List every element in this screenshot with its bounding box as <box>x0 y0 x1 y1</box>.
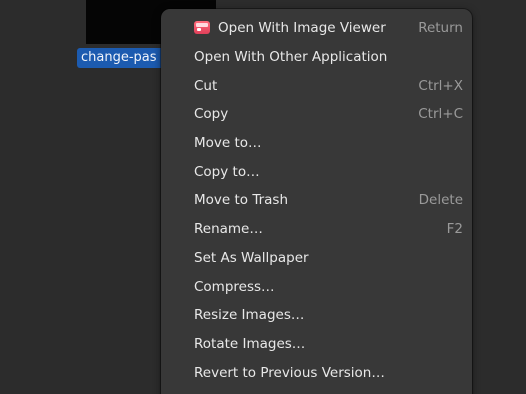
context-menu: Open With Image Viewer Return Open With … <box>161 9 472 394</box>
menu-item-move-to[interactable]: Move to… <box>161 129 472 158</box>
menu-item-rename[interactable]: Rename… F2 <box>161 215 472 244</box>
menu-item-shortcut: Ctrl+C <box>418 106 463 123</box>
menu-item-shortcut: Return <box>418 20 463 37</box>
menu-item-copy-to[interactable]: Copy to… <box>161 157 472 186</box>
menu-item-shortcut: F2 <box>446 221 463 238</box>
menu-item-label: Move to… <box>194 135 262 152</box>
menu-item-shortcut: Delete <box>418 192 463 209</box>
image-viewer-icon <box>194 21 210 35</box>
menu-item-open-with-other-application[interactable]: Open With Other Application <box>161 43 472 72</box>
menu-item-compress[interactable]: Compress… <box>161 272 472 301</box>
menu-item-label: Copy <box>194 106 229 123</box>
menu-item-cut[interactable]: Cut Ctrl+X <box>161 71 472 100</box>
menu-item-label: Rename… <box>194 221 263 238</box>
menu-item-label: Open With Other Application <box>194 49 388 66</box>
menu-item-label: Resize Images… <box>194 307 305 324</box>
menu-item-label: Open With Image Viewer <box>218 20 386 37</box>
menu-item-move-to-trash[interactable]: Move to Trash Delete <box>161 186 472 215</box>
menu-item-label: Revert to Previous Version… <box>194 364 385 381</box>
menu-item-label: Cut <box>194 77 218 94</box>
menu-item-label: Move to Trash <box>194 192 289 209</box>
menu-item-open-with-image-viewer[interactable]: Open With Image Viewer Return <box>161 14 472 43</box>
menu-item-label: Rotate Images… <box>194 335 306 352</box>
menu-item-shortcut: Ctrl+X <box>418 77 463 94</box>
menu-item-resize-images[interactable]: Resize Images… <box>161 301 472 330</box>
menu-item-label: Compress… <box>194 278 275 295</box>
menu-item-revert-to-previous-version[interactable]: Revert to Previous Version… <box>161 358 472 387</box>
menu-item-label: Set As Wallpaper <box>194 249 309 266</box>
desktop: change-pas Open With Image Viewer Return… <box>0 0 526 394</box>
menu-item-set-as-wallpaper[interactable]: Set As Wallpaper <box>161 244 472 273</box>
menu-item-label: Copy to… <box>194 163 260 180</box>
menu-item-rotate-images[interactable]: Rotate Images… <box>161 330 472 359</box>
menu-item-copy[interactable]: Copy Ctrl+C <box>161 100 472 129</box>
